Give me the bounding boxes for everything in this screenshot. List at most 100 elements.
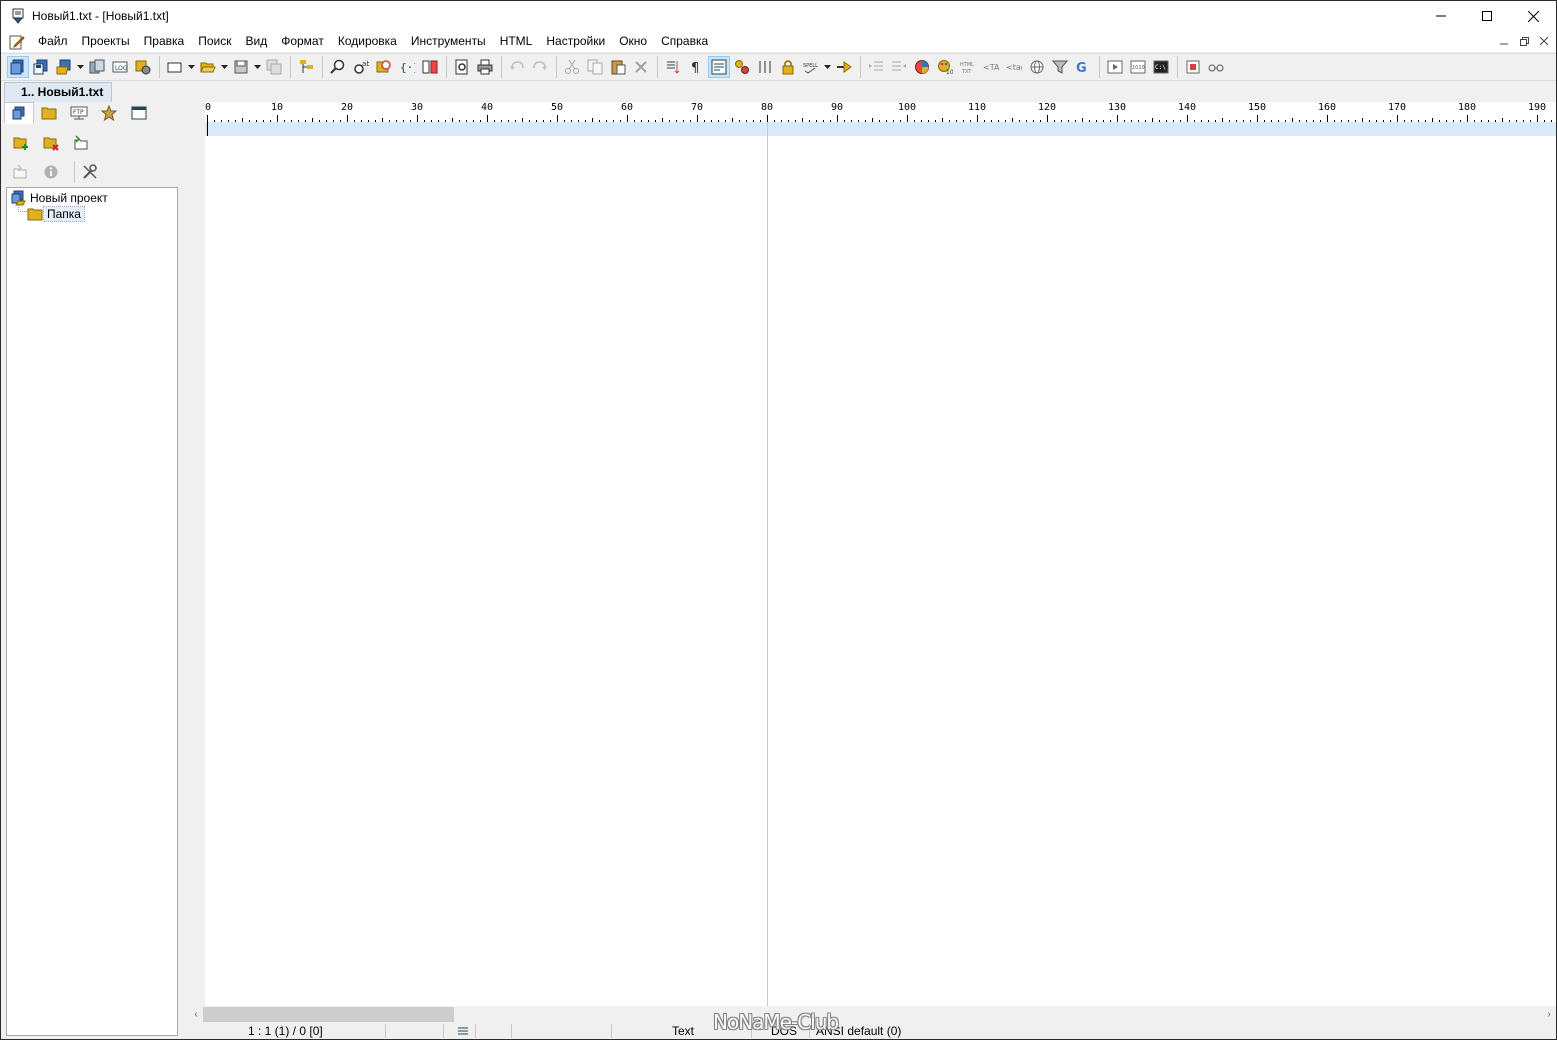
menu-search[interactable]: Поиск [191, 31, 238, 52]
workspace-button[interactable] [7, 56, 29, 78]
menu-help[interactable]: Справка [654, 31, 715, 52]
delete-button[interactable] [630, 56, 652, 78]
tab-ftp[interactable]: FTP [64, 102, 94, 124]
mdi-close-button[interactable] [1536, 33, 1552, 49]
menu-settings[interactable]: Настройки [539, 31, 612, 52]
menu-projects[interactable]: Проекты [75, 31, 137, 52]
tag-upper-button[interactable]: <TAG [980, 56, 1002, 78]
menu-file[interactable]: Файл [31, 31, 75, 52]
tab-explorer[interactable] [34, 102, 64, 124]
save-icon [234, 60, 248, 74]
color-picker-button[interactable] [911, 56, 933, 78]
mdi-minimize-button[interactable] [1496, 33, 1512, 49]
tab-favorites[interactable] [94, 102, 124, 124]
spell-check-button[interactable]: SPELL [800, 56, 822, 78]
indent-button[interactable] [865, 56, 887, 78]
copy-button[interactable] [584, 56, 606, 78]
title-bar: Новый1.txt - [Новый1.txt] [1, 1, 1556, 31]
menu-edit[interactable]: Правка [137, 31, 192, 52]
document-tab[interactable]: 1.. Новый1.txt [4, 82, 113, 102]
record-button[interactable] [1182, 56, 1204, 78]
open-file-dropdown[interactable] [220, 56, 228, 78]
close-button[interactable] [1510, 1, 1556, 31]
scroll-right-arrow-icon[interactable]: › [1542, 1006, 1556, 1023]
log-button[interactable]: LOG [109, 56, 131, 78]
find-button[interactable] [327, 56, 349, 78]
clone-button[interactable] [86, 56, 108, 78]
palette-button[interactable]: 10 [934, 56, 956, 78]
redo-button[interactable] [529, 56, 551, 78]
document-edit-icon[interactable] [9, 34, 25, 50]
menu-html[interactable]: HTML [493, 31, 540, 52]
paste-button[interactable] [607, 56, 629, 78]
pin-button[interactable] [833, 56, 855, 78]
syntax-mode[interactable]: Text [672, 1023, 694, 1039]
tag-match-button[interactable] [731, 56, 753, 78]
word-wrap-button[interactable] [708, 56, 730, 78]
preview-button[interactable] [451, 56, 473, 78]
workspace-save-button[interactable] [30, 56, 52, 78]
save-button[interactable] [230, 56, 252, 78]
minimize-button[interactable] [1418, 1, 1464, 31]
outdent-button[interactable] [888, 56, 910, 78]
menu-window[interactable]: Окно [612, 31, 654, 52]
workspace-dropdown[interactable] [76, 56, 84, 78]
undo-button[interactable] [506, 56, 528, 78]
tab-projects[interactable] [4, 102, 34, 124]
sort-button[interactable] [662, 56, 684, 78]
project-settings-button[interactable] [79, 161, 101, 183]
ruler-label: 110 [968, 102, 987, 113]
text-editor[interactable] [205, 122, 1556, 1006]
maximize-button[interactable] [1464, 1, 1510, 31]
cut-button[interactable] [561, 56, 583, 78]
html-to-txt-button[interactable]: HTML TXT [957, 56, 979, 78]
horizontal-scrollbar[interactable]: ‹ › [189, 1006, 1556, 1023]
menu-tools[interactable]: Инструменты [404, 31, 493, 52]
column-mode-button[interactable] [754, 56, 776, 78]
menu-view[interactable]: Вид [238, 31, 274, 52]
tree-node-project[interactable]: Новый проект [11, 190, 111, 206]
open-file-button[interactable] [197, 56, 219, 78]
open-folder-button[interactable] [10, 161, 32, 183]
browser-button[interactable] [1026, 56, 1048, 78]
console-button[interactable]: C:\ [1150, 56, 1172, 78]
workspace-settings-button[interactable] [132, 56, 154, 78]
document-tab-bar: 1.. Новый1.txt [1, 82, 1556, 102]
compare-button[interactable] [419, 56, 441, 78]
ruler-label: 100 [898, 102, 917, 113]
scrollbar-thumb[interactable] [203, 1007, 454, 1022]
read-only-button[interactable] [777, 56, 799, 78]
replace-button[interactable]: ab [350, 56, 372, 78]
new-file-dropdown[interactable] [187, 56, 195, 78]
show-formatting-button[interactable]: ¶ [685, 56, 707, 78]
spell-check-dropdown[interactable] [823, 56, 831, 78]
tag-lower-button[interactable]: <tag [1003, 56, 1025, 78]
tab-windows[interactable] [124, 102, 154, 124]
workspace-open-button[interactable] [53, 56, 75, 78]
properties-button[interactable] [40, 161, 62, 183]
binary-button[interactable]: 1010 [1127, 56, 1149, 78]
word-wrap-status-icon[interactable] [457, 1025, 469, 1039]
menu-format[interactable]: Формат [274, 31, 331, 52]
file-tree-button[interactable] [295, 56, 317, 78]
find-in-files-button[interactable] [373, 56, 395, 78]
print-button[interactable] [474, 56, 496, 78]
rename-folder-button[interactable] [70, 132, 92, 154]
brackets-button[interactable]: {·} [396, 56, 418, 78]
mdi-restore-button[interactable] [1516, 33, 1532, 49]
play-macro-button[interactable] [1104, 56, 1126, 78]
save-all-button[interactable] [263, 56, 285, 78]
add-folder-button[interactable] [10, 132, 32, 154]
close-icon [1540, 37, 1548, 45]
scroll-left-arrow-icon[interactable]: ‹ [189, 1006, 203, 1023]
filter-button[interactable] [1049, 56, 1071, 78]
menu-encoding[interactable]: Кодировка [331, 31, 404, 52]
remove-folder-button[interactable] [40, 132, 62, 154]
google-button[interactable]: G [1072, 56, 1094, 78]
new-file-button[interactable] [164, 56, 186, 78]
tree-node-folder[interactable]: Папка [27, 206, 85, 222]
project-tree[interactable]: Новый проект Папка [6, 187, 178, 1036]
save-dropdown[interactable] [253, 56, 261, 78]
glasses-button[interactable] [1205, 56, 1227, 78]
svg-text:10: 10 [946, 69, 953, 75]
